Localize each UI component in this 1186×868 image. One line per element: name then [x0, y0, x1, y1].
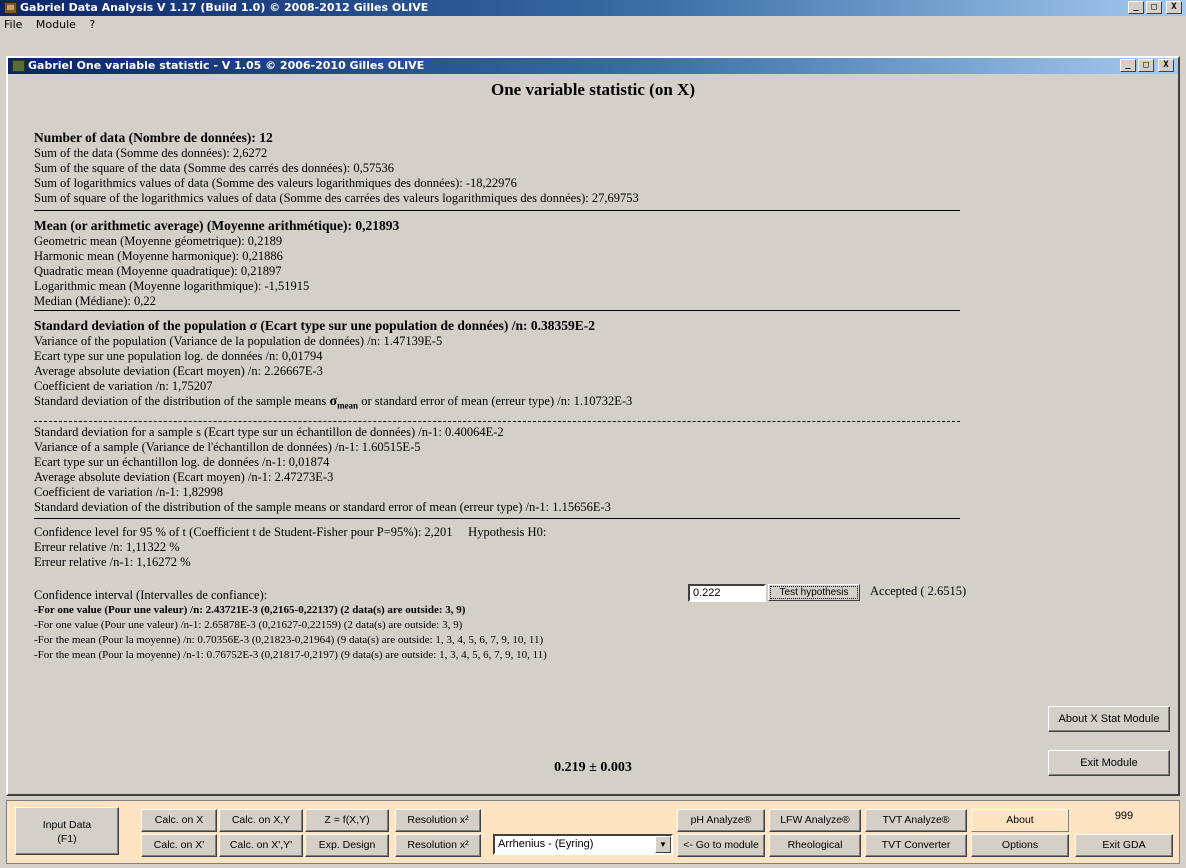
sigma-subscript: mean [337, 400, 359, 411]
stat-harmonic-mean: Harmonic mean (Moyenne harmonique): 0,21… [34, 249, 283, 263]
relative-error-n1: Erreur relative /n-1: 1,16272 % [34, 555, 191, 569]
stat-coef-variation-n1: Coefficient de variation /n-1: 1,82998 [34, 485, 223, 499]
input-data-button[interactable]: Input Data (F1) [15, 807, 119, 855]
resolution-button[interactable]: Resolution x² [395, 809, 481, 832]
stat-log-std-sample: Ecart type sur un échantillon log. de do… [34, 455, 330, 469]
menu-bar: File Module ? [0, 16, 1186, 34]
ph-analyze-button[interactable]: pH Analyze® [677, 809, 765, 832]
hypothesis-input[interactable]: 0.222 [688, 584, 766, 602]
module-minimize-button[interactable]: _ [1120, 59, 1136, 72]
relative-error-n: Erreur relative /n: 1,11322 % [34, 540, 180, 554]
stat-count: Number of data (Nombre de données): 12 [34, 130, 273, 145]
exit-module-button[interactable]: Exit Module [1048, 750, 1170, 776]
ci-line: -For the mean (Pour la moyenne) /n-1: 0.… [34, 649, 547, 661]
menu-file[interactable]: File [4, 18, 22, 31]
module-icon [12, 60, 25, 72]
app-title: Gabriel Data Analysis V 1.17 (Build 1.0)… [20, 1, 429, 14]
resolution-button-2[interactable]: Resolution x² [395, 834, 481, 857]
hypothesis-label: Hypothesis H0: [468, 525, 547, 539]
close-button[interactable]: X [1166, 1, 1182, 14]
module-close-button[interactable]: X [1158, 59, 1174, 72]
stat-quadratic-mean: Quadratic mean (Moyenne quadratique): 0,… [34, 264, 282, 278]
module-title-bar: Gabriel One variable statistic - V 1.05 … [8, 58, 1178, 74]
stat-variance-population: Variance of the population (Variance de … [34, 334, 443, 348]
calc-xy-prime-button[interactable]: Calc. on X',Y' [219, 834, 303, 857]
app-window: Gabriel Data Analysis V 1.17 (Build 1.0)… [0, 0, 1186, 868]
exit-gda-button[interactable]: Exit GDA [1075, 834, 1173, 857]
module-select[interactable]: Arrhenius - (Eyring) ▼ [493, 834, 673, 855]
ci-line: -For one value (Pour une valeur) /n-1: 2… [34, 619, 463, 631]
calc-x-button[interactable]: Calc. on X [141, 809, 217, 832]
stat-sum-squares: Sum of the square of the data (Somme des… [34, 161, 394, 175]
module-title: Gabriel One variable statistic - V 1.05 … [28, 59, 425, 72]
tvt-analyze-button[interactable]: TVT Analyze® [865, 809, 967, 832]
hypothesis-result: Accepted ( 2.6515) [870, 584, 967, 598]
lfw-analyze-button[interactable]: LFW Analyze® [769, 809, 861, 832]
ci-line: -For one value (Pour une valeur) /n: 2.4… [34, 604, 466, 616]
stat-median: Median (Médiane): 0,22 [34, 294, 156, 308]
confidence-level: Confidence level for 95 % of t (Coeffici… [34, 525, 674, 540]
stat-log-std-population: Ecart type sur une population log. de do… [34, 349, 323, 363]
stat-sem-n1: Standard deviation of the distribution o… [34, 500, 611, 514]
stat-coef-variation-n: Coefficient de variation /n: 1,75207 [34, 379, 213, 393]
stat-sem-n: Standard deviation of the distribution o… [34, 394, 632, 414]
app-title-bar: Gabriel Data Analysis V 1.17 (Build 1.0)… [0, 0, 1186, 16]
divider [34, 518, 960, 519]
stat-variance-sample: Variance of a sample (Variance de l'écha… [34, 440, 421, 454]
menu-help[interactable]: ? [89, 18, 95, 31]
options-button[interactable]: Options [971, 834, 1069, 857]
minimize-button[interactable]: _ [1128, 1, 1144, 14]
calc-xy-button[interactable]: Calc. on X,Y [219, 809, 303, 832]
go-to-module-button[interactable]: <- Go to module [677, 834, 765, 857]
about-module-button[interactable]: About X Stat Module [1048, 706, 1170, 732]
zfxy-button[interactable]: Z = f(X,Y) [305, 809, 389, 832]
app-icon [4, 2, 17, 14]
app-window-controls: _ □ X [1128, 1, 1182, 14]
divider [34, 421, 960, 422]
stat-sum-log: Sum of logarithmics values of data (Somm… [34, 176, 517, 190]
maximize-button[interactable]: □ [1146, 1, 1162, 14]
stat-avg-abs-dev-n1: Average absolute deviation (Ecart moyen)… [34, 470, 334, 484]
stat-sum: Sum of the data (Somme des données): 2,6… [34, 146, 268, 160]
sigma-symbol: σ [329, 394, 338, 409]
tvt-converter-button[interactable]: TVT Converter [865, 834, 967, 857]
stat-sum-square-log: Sum of square of the logarithmics values… [34, 191, 639, 205]
counter-display: 999 [1114, 810, 1134, 822]
module-maximize-button[interactable]: □ [1138, 59, 1154, 72]
divider [34, 210, 960, 211]
exp-design-button[interactable]: Exp. Design [305, 834, 389, 857]
divider [34, 310, 960, 311]
stat-std-sample: Standard deviation for a sample s (Ecart… [34, 425, 504, 439]
final-result: 0.219 ± 0.003 [554, 760, 632, 775]
dropdown-arrow-icon[interactable]: ▼ [655, 836, 671, 853]
menu-module[interactable]: Module [36, 18, 76, 31]
ci-line: -For the mean (Pour la moyenne) /n: 0.70… [34, 634, 544, 646]
about-button[interactable]: About [971, 809, 1069, 832]
sem-suffix: or standard error of mean (erreur type) … [358, 394, 633, 408]
calc-x-prime-button[interactable]: Calc. on X' [141, 834, 217, 857]
sem-prefix: Standard deviation of the distribution o… [34, 394, 330, 408]
module-select-value: Arrhenius - (Eyring) [498, 838, 594, 850]
ci-title: Confidence interval (Intervalles de conf… [34, 588, 268, 602]
rheological-button[interactable]: Rheological [769, 834, 861, 857]
confidence-level-text: Confidence level for 95 % of t (Coeffici… [34, 525, 453, 539]
module-toolbar: Input Data (F1) Calc. on X Calc. on X' C… [6, 800, 1180, 864]
stat-mean: Mean (or arithmetic average) (Moyenne ar… [34, 218, 400, 233]
stat-avg-abs-dev-n: Average absolute deviation (Ecart moyen)… [34, 364, 323, 378]
page-title: One variable statistic (on X) [491, 80, 695, 99]
stat-std-population: Standard deviation of the population σ (… [34, 318, 596, 333]
stat-geometric-mean: Geometric mean (Moyenne géometrique): 0,… [34, 234, 283, 248]
stats-panel: One variable statistic (on X) Number of … [10, 76, 1176, 792]
stat-log-mean: Logarithmic mean (Moyenne logarithmique)… [34, 279, 310, 293]
test-hypothesis-button[interactable]: Test hypothesis [768, 584, 860, 601]
module-window-controls: _ □ X [1120, 59, 1174, 72]
